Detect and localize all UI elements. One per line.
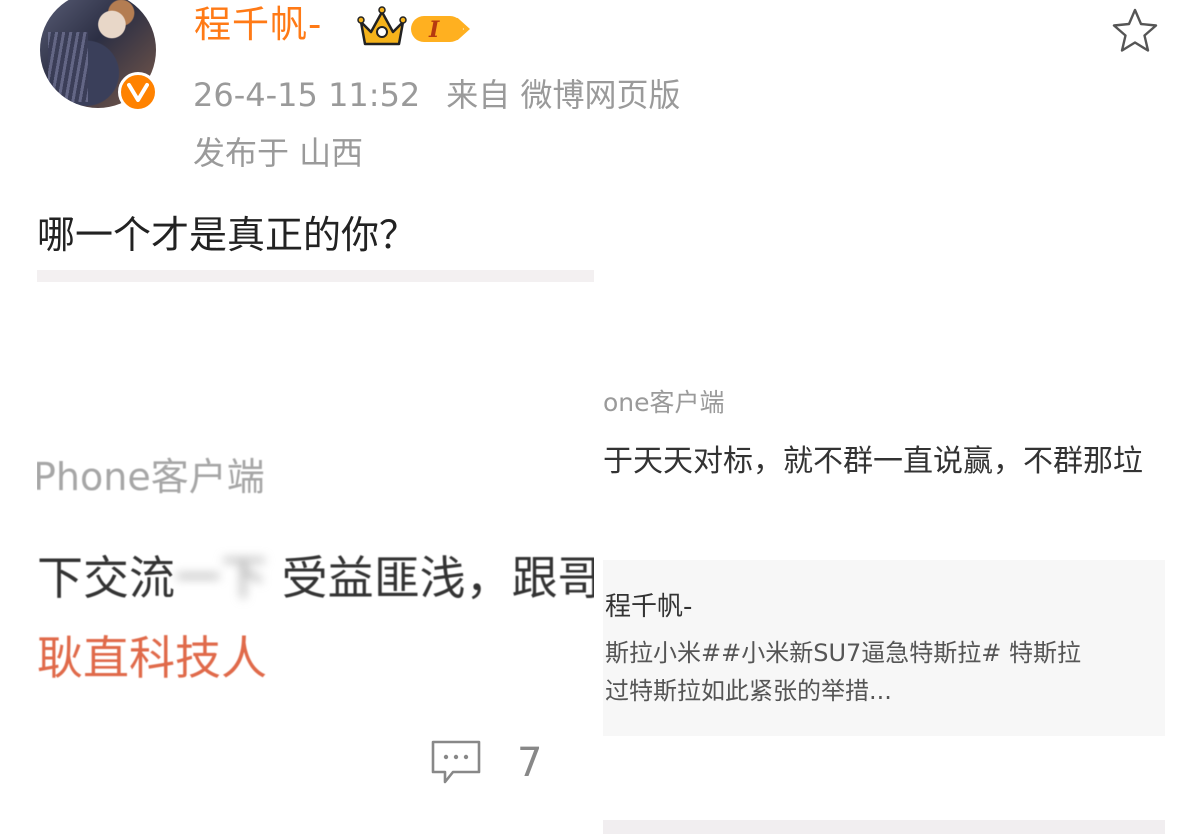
image-comment-text-blurred: 一下 <box>175 551 267 605</box>
weibo-post: 程千帆- I 26-4-15 11:52 来自 微博网页版 发布于 山西 哪一个才… <box>0 0 1193 834</box>
username-link[interactable]: 程千帆- <box>194 0 322 50</box>
image-comment-button: 7 <box>429 738 542 788</box>
image-client-label: Phone客户端 <box>37 455 265 499</box>
crown-badge-icon[interactable]: I <box>357 6 475 46</box>
post-text: 哪一个才是真正的你？ <box>37 213 418 257</box>
post-source: 来自 微博网页版 <box>446 76 681 114</box>
timestamp[interactable]: 26-4-15 11:52 <box>193 76 420 114</box>
attached-image-left[interactable]: Phone客户端 下交流一下 受益匪浅，跟哥 耿直科技人 7 <box>37 270 594 834</box>
quoted-text-line: 斯拉小米##小米新SU7逼急特斯拉# 特斯拉 <box>605 639 1082 667</box>
attached-image-right[interactable]: one客户端 于天天对标，就不群一直说赢，不群那垃 程千帆- 斯拉小米##小米新… <box>603 380 1165 834</box>
image-commenter-name: 耿直科技人 <box>37 631 267 685</box>
quoted-author: 程千帆- <box>605 592 693 622</box>
post-location: 发布于 山西 <box>193 134 364 172</box>
quoted-text-line: 过特斯拉如此紧张的举措... <box>605 677 892 705</box>
image-comment-count: 7 <box>517 740 543 786</box>
image-comment-text-end: 受益匪浅，跟哥 <box>281 551 594 605</box>
image-top-divider <box>37 270 594 282</box>
image-client-label: one客户端 <box>603 388 725 417</box>
image-quoted-card: 程千帆- 斯拉小米##小米新SU7逼急特斯拉# 特斯拉 过特斯拉如此紧张的举措.… <box>603 560 1165 736</box>
badge-level-text: I <box>428 17 440 43</box>
verified-icon <box>118 72 158 112</box>
post-meta: 26-4-15 11:52 来自 微博网页版 <box>193 74 680 116</box>
image-comment-text: 下交流一下 受益匪浅，跟哥 <box>37 548 594 608</box>
image-comment-text: 于天天对标，就不群一直说赢，不群那垃 <box>603 444 1143 479</box>
star-outline-icon[interactable] <box>1110 6 1160 56</box>
image-bottom-divider <box>603 820 1165 834</box>
image-comment-text-start: 下交流 <box>37 551 175 605</box>
comment-bubble-icon <box>431 740 481 784</box>
